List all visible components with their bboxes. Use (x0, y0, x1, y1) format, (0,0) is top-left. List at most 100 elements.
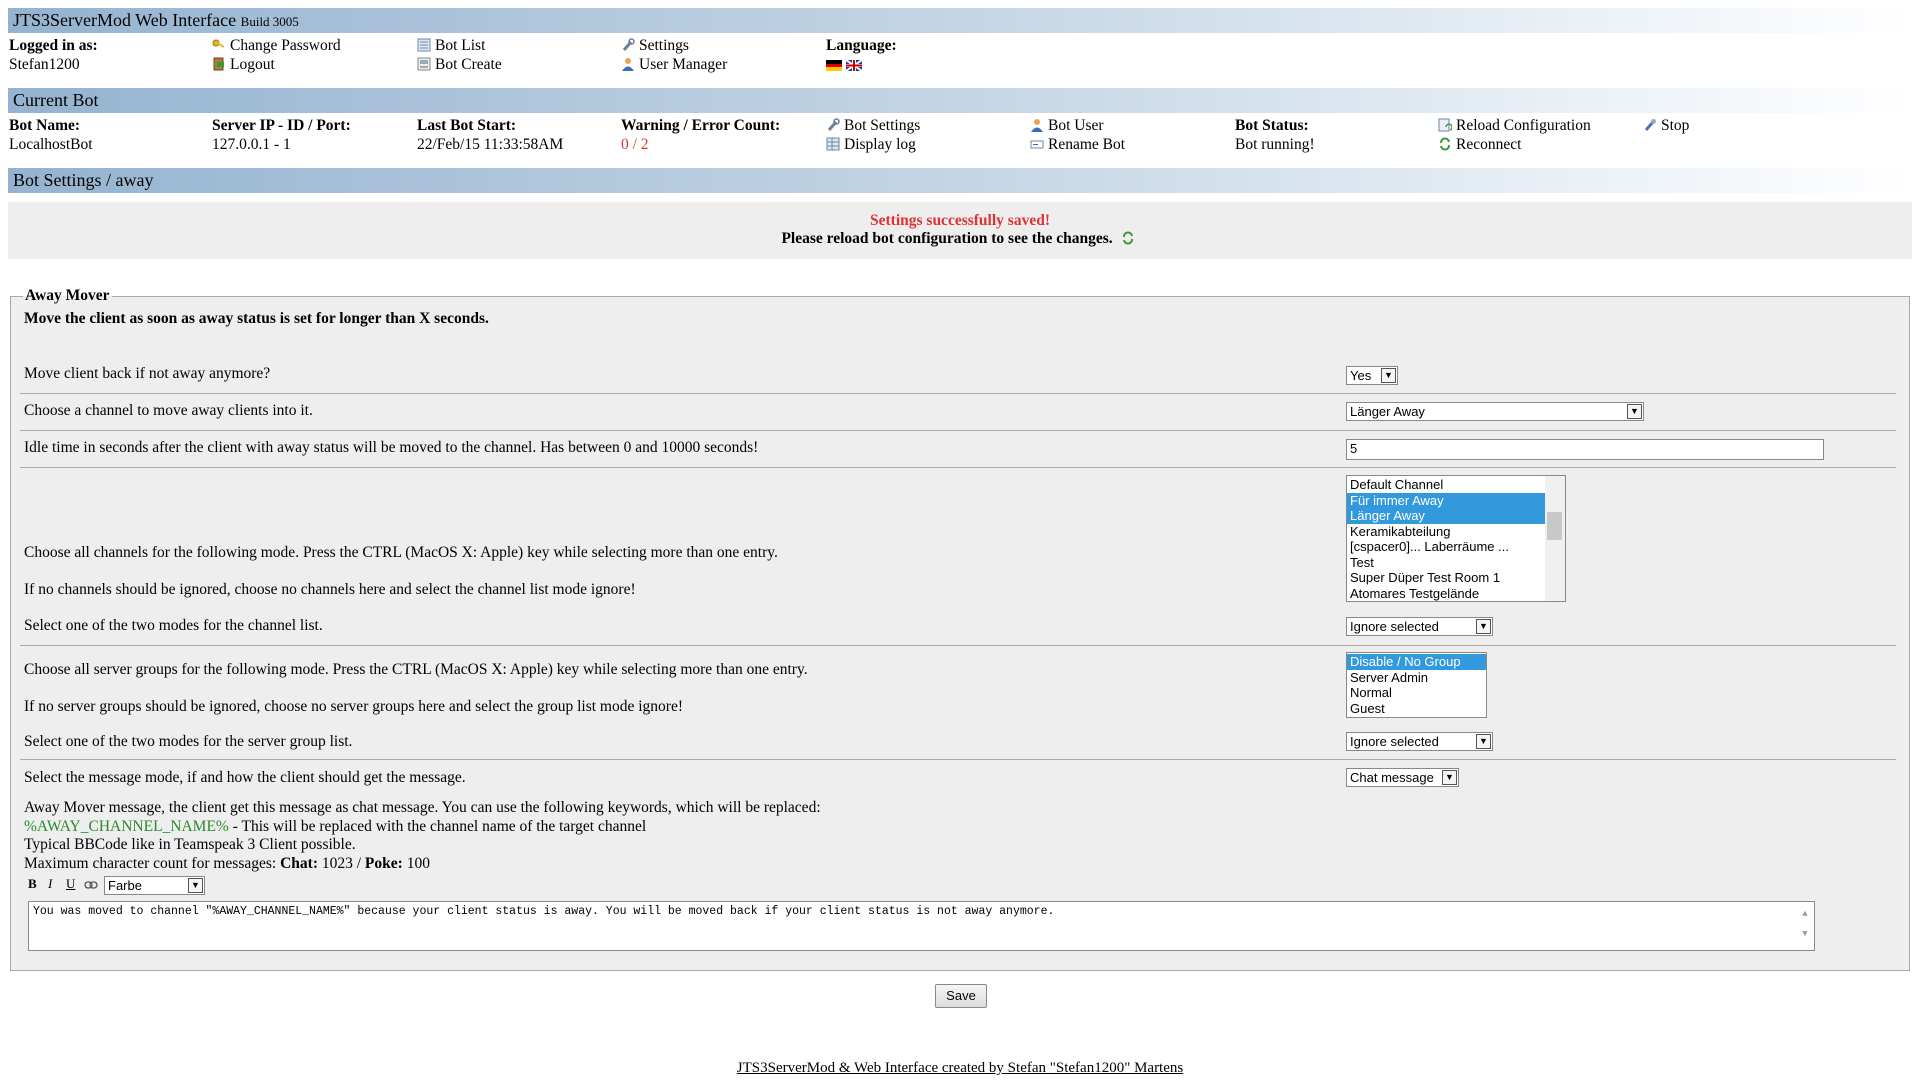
textarea-scrollbar[interactable]: ▲ ▼ (1798, 904, 1812, 948)
language-label: Language: (826, 37, 897, 54)
logout-door-icon (212, 57, 226, 71)
build-label: Build 3005 (240, 14, 299, 29)
display-log-link[interactable]: Display log (826, 135, 920, 154)
wrench-icon (826, 118, 840, 132)
channel-option[interactable]: Atomares Testgelände (1347, 586, 1548, 602)
groups-help-1: Choose all server groups for the followi… (24, 661, 808, 678)
logged-in-block: Logged in as: Stefan1200 (9, 36, 98, 74)
server-label: Server IP - ID / Port: (212, 117, 351, 134)
group-listbox[interactable]: Disable / No Group Server Admin Normal Gues… (1346, 652, 1487, 718)
last-start-value: 22/Feb/15 11:33:58AM (417, 136, 564, 153)
reload-config-icon (1438, 118, 1453, 132)
change-password-link[interactable]: Change Password (212, 36, 341, 55)
rename-bot-link[interactable]: Rename Bot (1030, 135, 1125, 154)
keyword: %AWAY_CHANNEL_NAME% (24, 817, 229, 835)
user-icon (1030, 118, 1044, 132)
away-message-textarea[interactable]: You was moved to channel "%AWAY_CHANNEL_… (28, 901, 1815, 951)
bot-admin-links: Bot List Bot Create (417, 36, 502, 74)
stop-links: Stop (1643, 116, 1689, 135)
language-block: Language: (826, 36, 897, 74)
group-option[interactable]: Disable / No Group (1347, 654, 1486, 670)
channel-label: Choose a channel to move away clients in… (24, 402, 313, 419)
bot-settings-title: Bot Settings / away (13, 170, 154, 190)
wrench-icon (621, 38, 635, 52)
channel-option[interactable]: Länger Away (1347, 508, 1548, 524)
stop-link[interactable]: Stop (1643, 116, 1689, 135)
group-mode-select[interactable]: Ignore selected ▼ (1346, 732, 1493, 751)
user-manager-link[interactable]: User Manager (621, 55, 727, 74)
channel-option[interactable]: Super Düper Test Room 1 (1347, 570, 1548, 586)
footer-credit[interactable]: JTS3ServerMod & Web Interface created by… (0, 1060, 1920, 1077)
logout-link[interactable]: Logout (212, 55, 341, 74)
bot-user-link[interactable]: Bot User (1030, 116, 1125, 135)
bot-settings-bar: Bot Settings / away (8, 168, 1912, 193)
color-select[interactable]: Farbe ▼ (104, 876, 205, 895)
bot-status-value: Bot running! (1235, 136, 1315, 153)
current-bot-title: Current Bot (13, 90, 99, 110)
german-flag-icon[interactable] (826, 57, 842, 71)
bot-create-link[interactable]: Bot Create (417, 55, 502, 74)
group-option[interactable]: Server Admin (1347, 670, 1486, 686)
language-flags (826, 55, 897, 74)
save-notice: Settings successfully saved! Please relo… (8, 202, 1912, 259)
channel-option[interactable]: [cspacer0]... Laberräume ... (1347, 539, 1548, 555)
group-option[interactable]: Guest (1347, 701, 1486, 717)
divider (20, 467, 1896, 468)
reload-configuration-link[interactable]: Reload Configuration (1438, 116, 1591, 135)
create-bot-icon (417, 57, 431, 71)
away-channel-select[interactable]: Länger Away ▼ (1346, 402, 1644, 421)
warning-block: Warning / Error Count: 0 / 2 (621, 116, 780, 154)
reconnect-arrows-icon (1438, 137, 1452, 151)
username: Stefan1200 (9, 56, 80, 73)
message-mode-label: Select the message mode, if and how the … (24, 769, 466, 786)
move-back-select[interactable]: Yes ▼ (1346, 366, 1398, 385)
reload-icon[interactable] (1121, 231, 1135, 245)
warning-count[interactable]: 0 / 2 (621, 135, 780, 154)
message-help: Away Mover message, the client get this … (24, 799, 821, 873)
bot-user-links: Bot User Rename Bot (1030, 116, 1125, 154)
divider (20, 430, 1896, 431)
link-icon[interactable] (84, 878, 98, 894)
reload-links: Reload Configuration Reconnect (1438, 116, 1591, 154)
divider (20, 393, 1896, 394)
keyword-line: %AWAY_CHANNEL_NAME% - This will be repla… (24, 817, 647, 835)
channel-option[interactable]: Keramikabteilung (1347, 524, 1548, 540)
chevron-down-icon: ▼ (1476, 734, 1491, 749)
italic-button[interactable]: I (48, 876, 52, 892)
log-table-icon (826, 137, 840, 151)
idle-time-label: Idle time in seconds after the client wi… (24, 439, 759, 456)
channel-option[interactable]: Default Channel (1347, 477, 1548, 493)
uk-flag-icon[interactable] (845, 57, 863, 72)
channel-mode-label: Select one of the two modes for the chan… (24, 617, 323, 634)
channel-option[interactable]: Test (1347, 555, 1548, 571)
away-mover-legend: Away Mover (25, 287, 110, 304)
channel-mode-select[interactable]: Ignore selected ▼ (1346, 617, 1493, 636)
settings-link[interactable]: Settings (621, 36, 727, 55)
idle-time-input[interactable]: 5 (1346, 439, 1824, 460)
server-value: 127.0.0.1 - 1 (212, 136, 291, 153)
bbcode-note: Typical BBCode like in Teamspeak 3 Clien… (24, 836, 356, 853)
channels-help-2: If no channels should be ignored, choose… (24, 581, 636, 598)
user-icon (621, 57, 635, 71)
bold-button[interactable]: B (28, 876, 37, 892)
channel-option[interactable]: Für immer Away (1347, 492, 1548, 508)
bot-name-label: Bot Name: (9, 117, 81, 134)
list-icon (417, 38, 431, 52)
bot-name-block: Bot Name: LocalhostBot (9, 116, 93, 154)
channel-list-scrollbar[interactable] (1545, 476, 1565, 601)
bot-settings-link[interactable]: Bot Settings (826, 116, 920, 135)
channel-listbox[interactable]: Default Channel Für immer Away Länger Away… (1346, 475, 1566, 602)
save-button[interactable]: Save (935, 984, 987, 1008)
underline-button[interactable]: U (66, 876, 75, 892)
chevron-down-icon: ▼ (1442, 770, 1457, 785)
max-count-line: Maximum character count for messages: Ch… (24, 854, 430, 872)
bot-name-value: LocalhostBot (9, 136, 93, 153)
success-message: Settings successfully saved! (870, 212, 1050, 229)
stop-icon (1643, 118, 1657, 132)
group-mode-label: Select one of the two modes for the serv… (24, 733, 353, 750)
reconnect-link[interactable]: Reconnect (1438, 135, 1591, 154)
bot-list-link[interactable]: Bot List (417, 36, 502, 55)
server-block: Server IP - ID / Port: 127.0.0.1 - 1 (212, 116, 351, 154)
group-option[interactable]: Normal (1347, 685, 1486, 701)
message-mode-select[interactable]: Chat message ▼ (1346, 768, 1459, 787)
